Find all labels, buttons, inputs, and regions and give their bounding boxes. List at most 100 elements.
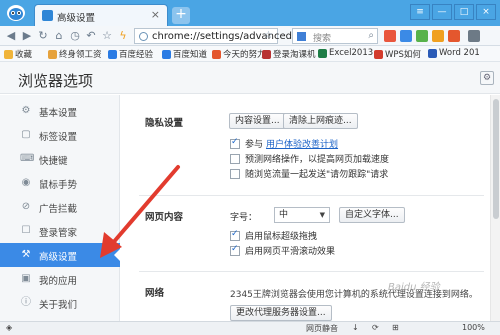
bookmark-icon — [212, 49, 221, 59]
forward-icon[interactable]: ▶ — [20, 29, 34, 43]
section-divider — [139, 271, 484, 272]
network-section-label: 网络 — [145, 288, 165, 299]
bookmark-icon — [108, 49, 117, 59]
ux-improvement-link[interactable]: 用户体验改善计划 — [266, 137, 338, 150]
sidebar-item-mouse-gestures[interactable]: ◉ 鼠标手势 — [0, 171, 120, 195]
bookmark-icon — [4, 49, 13, 59]
gear-icon[interactable]: ⚙ — [480, 71, 494, 85]
tab-advanced-settings[interactable]: 高级设置 × — [34, 4, 168, 26]
new-tab-button[interactable]: + — [172, 7, 190, 24]
refresh-status-icon[interactable]: ⟳ — [372, 323, 379, 332]
sidebar-item-my-apps[interactable]: ▣ 我的应用 — [0, 267, 120, 291]
bookmark-item[interactable]: 收藏 — [4, 48, 32, 60]
page-icon — [139, 32, 148, 41]
predict-network-checkbox[interactable] — [230, 153, 240, 164]
refresh-icon[interactable]: ↻ — [36, 29, 50, 43]
download-icon[interactable]: ↓ — [352, 323, 359, 332]
sidebar-item-tabs[interactable]: ▢ 标签设置 — [0, 123, 120, 147]
sidebar-item-login-manager[interactable]: ☐ 登录管家 — [0, 219, 120, 243]
bookmark-label: 收藏 — [15, 50, 33, 60]
window-layout-icon[interactable]: ⊞ — [392, 323, 399, 332]
ux-improvement-checkbox[interactable] — [230, 137, 240, 149]
mouse-icon: ◉ — [21, 177, 31, 188]
bookmark-item[interactable]: Excel2013 — [318, 48, 373, 58]
page-header: 浏览器选项 ⚙ — [0, 62, 500, 94]
section-divider — [139, 195, 484, 196]
back-icon[interactable]: ◀ — [4, 29, 18, 43]
undo-close-icon[interactable]: ↶ — [84, 29, 98, 43]
do-not-track-option[interactable]: 随浏览流量一起发送"请勿跟踪"请求 — [230, 167, 388, 180]
bookmark-icon — [262, 49, 271, 59]
search-box[interactable]: 搜索 ⌕ — [292, 28, 378, 44]
search-engine-icon[interactable] — [297, 32, 306, 41]
bookmark-item[interactable]: Word 201 — [428, 48, 480, 58]
watermark: Baidu 经验 — [388, 282, 440, 293]
bookmark-item[interactable]: 百度经验 — [108, 48, 153, 60]
sidebar-item-label: 鼠标手势 — [39, 180, 78, 191]
sidebar-item-advanced[interactable]: ⚒ 高级设置 — [0, 243, 120, 267]
favorites-icon[interactable]: ☆ — [100, 29, 114, 43]
sidebar-item-label: 标签设置 — [39, 132, 78, 143]
bookmark-label: 今天的努力 — [223, 50, 266, 60]
bookmark-icon — [428, 48, 437, 58]
screenshot-icon[interactable] — [400, 30, 412, 42]
navigation-toolbar: ◀ ▶ ↻ ⌂ ◷ ↶ ☆ ϟ chrome://settings/advanc… — [0, 26, 500, 46]
page-title: 浏览器选项 — [18, 72, 94, 90]
proxy-settings-button[interactable]: 更改代理服务器设置... — [230, 305, 332, 321]
star-icon[interactable]: ☆ — [264, 30, 273, 41]
lightning-icon[interactable]: ϟ — [116, 29, 130, 43]
history-icon[interactable]: ◷ — [68, 29, 82, 43]
bookmark-icon — [162, 49, 171, 59]
mouse-drag-label: 启用鼠标超级拖拽 — [245, 232, 318, 242]
address-bar[interactable]: chrome://settings/advanced ☆ — [134, 28, 292, 44]
bookmark-label: WPS如何 — [385, 50, 421, 60]
mail-icon[interactable] — [448, 30, 460, 42]
do-not-track-label: 随浏览流量一起发送"请勿跟踪"请求 — [245, 170, 389, 180]
tools-icon[interactable] — [416, 30, 428, 42]
bookmark-item[interactable]: 今天的努力 — [212, 48, 266, 60]
content-settings-button[interactable]: 内容设置... — [229, 113, 286, 129]
bookmark-item[interactable]: 终身领工资 — [48, 48, 102, 60]
ux-improvement-option[interactable]: 参与 用户体验改善计划 — [230, 137, 338, 150]
scrollbar-thumb[interactable] — [493, 99, 499, 219]
shield-icon[interactable]: ◈ — [6, 323, 12, 332]
scrollbar[interactable] — [490, 95, 500, 321]
sidebar-item-shortcuts[interactable]: ⌨ 快捷键 — [0, 147, 120, 171]
predict-network-option[interactable]: 预测网络操作，以提高网页加载速度 — [230, 152, 389, 165]
bookmark-item[interactable]: WPS如何 — [374, 48, 421, 60]
menu-icon[interactable] — [468, 30, 480, 42]
do-not-track-checkbox[interactable] — [230, 168, 240, 179]
menu-button[interactable]: ≡ — [410, 4, 430, 20]
smooth-scroll-label: 启用网页平滑滚动效果 — [245, 247, 336, 257]
bookmark-icon — [374, 49, 383, 59]
bookmark-icon — [318, 48, 327, 58]
tab-close-icon[interactable]: × — [151, 8, 160, 21]
sidebar-item-ad-block[interactable]: ⊘ 广告拦截 — [0, 195, 120, 219]
bookmark-item[interactable]: 百度知道 — [162, 48, 207, 60]
home-icon[interactable]: ⌂ — [52, 29, 66, 43]
mute-page-button[interactable]: 网页静音 — [306, 323, 338, 334]
close-window-button[interactable]: × — [476, 4, 496, 20]
zoom-level[interactable]: 100% — [462, 323, 485, 332]
minimize-button[interactable]: — — [432, 4, 452, 20]
search-icon[interactable]: ⌕ — [368, 30, 374, 41]
bookmark-item[interactable]: 登录淘课机 — [262, 48, 316, 60]
search-placeholder: 搜索 — [313, 34, 332, 44]
sidebar-item-basic[interactable]: ⚙ 基本设置 — [0, 99, 120, 123]
bookmark-label: 百度经验 — [119, 50, 154, 60]
sidebar-item-label: 快捷键 — [39, 156, 68, 167]
settings-sidebar: ⚙ 基本设置 ▢ 标签设置 ⌨ 快捷键 ◉ 鼠标手势 ⊘ 广告拦截 ☐ 登录管家 ⚒ 高级设置… — [0, 95, 120, 321]
network-description: 2345王牌浏览器会使用您计算机的系统代理设置连接到网络。 — [230, 290, 478, 300]
mouse-drag-checkbox[interactable] — [230, 229, 240, 241]
smooth-scroll-checkbox[interactable] — [230, 244, 240, 256]
sidebar-item-about[interactable]: ⓘ 关于我们 — [0, 291, 120, 315]
smooth-scroll-option[interactable]: 启用网页平滑滚动效果 — [230, 244, 335, 257]
game-icon[interactable] — [432, 30, 444, 42]
custom-font-button[interactable]: 自定义字体... — [339, 207, 405, 223]
font-size-select[interactable]: 中 ▼ — [274, 207, 330, 223]
maximize-button[interactable]: □ — [454, 4, 474, 20]
extension-icon[interactable] — [384, 30, 396, 42]
bookmark-label: Excel2013 — [329, 48, 374, 58]
mouse-drag-option[interactable]: 启用鼠标超级拖拽 — [230, 229, 317, 242]
clear-traces-button[interactable]: 清除上网痕迹... — [283, 113, 358, 129]
